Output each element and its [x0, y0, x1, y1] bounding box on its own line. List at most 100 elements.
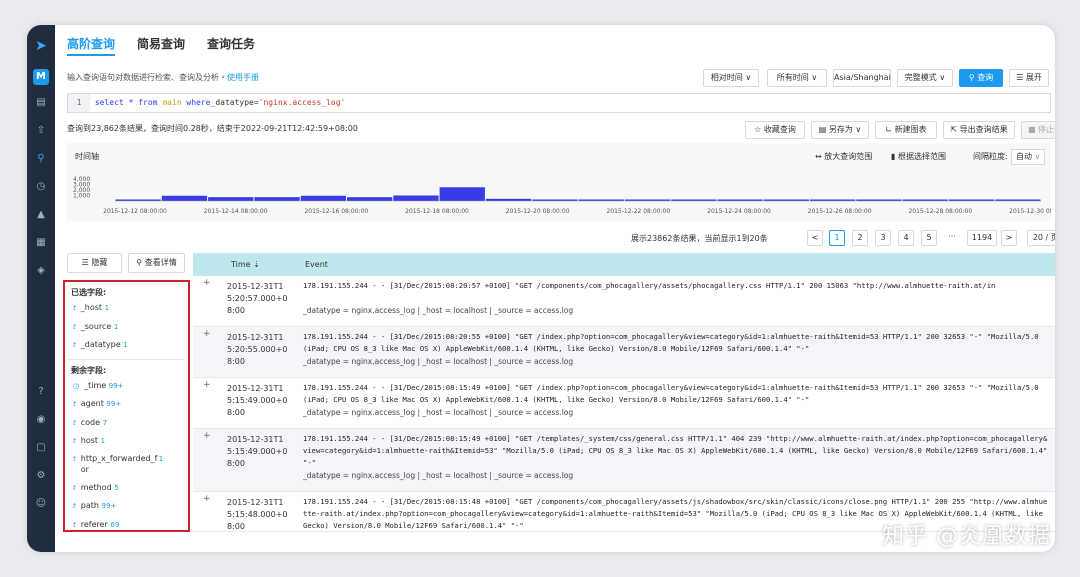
- next-page-button[interactable]: >: [1001, 230, 1017, 246]
- field-item[interactable]: t _source 1: [73, 320, 188, 339]
- bell-icon[interactable]: ▲: [32, 206, 50, 224]
- table-row[interactable]: +2015-12-31T15:20:55.000+08:00 178.191.15…: [193, 327, 1055, 378]
- save-query-button[interactable]: ☆ 收藏查询: [745, 121, 805, 139]
- field-item[interactable]: t host 1: [73, 434, 188, 453]
- timeline-histogram: 时间轴 ↔ 放大查询范围 ▮ 根据选择范围 间隔粒度: 自动 ∨ 4,000 3,…: [67, 143, 1051, 221]
- page-size-select[interactable]: 20 / 页 ∨: [1027, 230, 1055, 246]
- field-type-icon: t: [73, 437, 76, 445]
- expand-row-icon[interactable]: +: [203, 431, 211, 441]
- location-icon[interactable]: ◉: [32, 411, 50, 429]
- expand-button[interactable]: ☰ 展开: [1009, 69, 1049, 87]
- save-as-label: 另存为 ∨: [828, 125, 862, 134]
- menu-icon: ☰: [1016, 73, 1026, 82]
- field-item[interactable]: t _host 1: [73, 301, 188, 320]
- event-meta: _datatype = nginx.access_log | _host = l…: [303, 306, 574, 315]
- expand-row-icon[interactable]: +: [203, 329, 211, 339]
- field-item[interactable]: t http_x_forwarded_f or 1: [73, 453, 188, 481]
- field-item[interactable]: t referer 69: [73, 518, 188, 531]
- granularity-select[interactable]: 自动 ∨: [1011, 149, 1045, 165]
- field-item[interactable]: ◷ _time 99+: [73, 379, 188, 398]
- page-4[interactable]: 4: [898, 230, 914, 246]
- user-icon[interactable]: ☺: [32, 495, 50, 513]
- message-icon[interactable]: ▢: [32, 439, 50, 457]
- field-type-icon: t: [73, 304, 76, 312]
- tab-advanced-query[interactable]: 高阶查询: [67, 35, 115, 52]
- histogram-chart[interactable]: 4,0003,0002,0001,0002015-12-12 08:00:00 2…: [67, 171, 1051, 221]
- field-count: 1: [113, 322, 119, 331]
- tab-query-tasks[interactable]: 查询任务: [207, 35, 255, 52]
- clock-icon[interactable]: ◷: [32, 178, 50, 196]
- histogram-bar[interactable]: [208, 197, 254, 201]
- mode-select[interactable]: 完整模式 ∨: [897, 69, 953, 87]
- histogram-bar[interactable]: [300, 195, 346, 201]
- histogram-bar[interactable]: [393, 195, 439, 202]
- stop-query-button[interactable]: ■ 停止查询: [1021, 121, 1055, 139]
- histogram-bar[interactable]: [161, 195, 208, 201]
- export-button[interactable]: ⇱ 导出查询结果: [943, 121, 1015, 139]
- histogram-bar[interactable]: [485, 198, 532, 201]
- upload-icon[interactable]: ⇧: [32, 122, 50, 140]
- event-meta: _datatype = nginx.access_log | _host = l…: [303, 357, 574, 366]
- app-logo-icon[interactable]: ➤: [32, 37, 50, 55]
- save-as-button[interactable]: ▤ 另存为 ∨: [811, 121, 869, 139]
- x-tick-label: 2015-12-20 08:00:00: [506, 208, 570, 215]
- table-row[interactable]: +2015-12-31T15:15:49.000+08:00 178.191.15…: [193, 378, 1055, 429]
- event-raw: 178.191.155.244 - - [31/Dec/2015:08:20:5…: [303, 332, 1039, 353]
- manual-link[interactable]: 使用手册: [227, 73, 259, 82]
- expand-row-icon[interactable]: +: [203, 380, 211, 390]
- help-icon[interactable]: ?: [32, 383, 50, 401]
- zoom-range-button[interactable]: ↔ 放大查询范围: [815, 151, 872, 162]
- event-meta: _datatype = nginx.access_log | _host = l…: [303, 408, 574, 417]
- query-button[interactable]: ⚲ 查询: [959, 69, 1003, 87]
- all-time-select[interactable]: 所有时间 ∨: [767, 69, 827, 87]
- settings-icon[interactable]: ⚙: [32, 467, 50, 485]
- field-item[interactable]: t _datatype 1: [73, 338, 188, 357]
- histogram-bar[interactable]: [347, 197, 393, 201]
- layers-icon[interactable]: ◈: [32, 262, 50, 280]
- line-number: 1: [68, 94, 90, 112]
- page-ellipsis[interactable]: ···: [944, 230, 960, 246]
- col-time-header[interactable]: Time ⇣: [231, 253, 260, 276]
- stop-label: 停止查询: [1038, 125, 1055, 134]
- selected-fields-title: 已选字段:: [71, 288, 107, 297]
- expand-row-icon[interactable]: +: [203, 494, 211, 504]
- save-query-label: 收藏查询: [763, 125, 796, 134]
- prev-page-button[interactable]: <: [807, 230, 823, 246]
- histogram-bar[interactable]: [254, 197, 300, 201]
- table-row[interactable]: +2015-12-31T15:20:57.000+08:00 178.191.15…: [193, 276, 1055, 327]
- page-5[interactable]: 5: [921, 230, 937, 246]
- dashboard-icon[interactable]: ▤: [32, 94, 50, 112]
- page-3[interactable]: 3: [875, 230, 891, 246]
- divider: [69, 358, 184, 360]
- other-fields-title: 剩余字段:: [71, 365, 107, 375]
- tab-simple-query[interactable]: 简易查询: [137, 35, 185, 52]
- new-chart-button[interactable]: ∟ 新建图表: [875, 121, 937, 139]
- field-item[interactable]: t method 5: [73, 481, 188, 500]
- export-icon: ⇱: [950, 125, 960, 134]
- field-type-icon: t: [73, 341, 76, 349]
- search-icon[interactable]: ⚲: [32, 150, 50, 168]
- x-tick-label: 2015-12-24 08:00:00: [707, 208, 771, 215]
- histogram-bar[interactable]: [439, 187, 485, 201]
- hide-fields-button[interactable]: ☰ 隐藏: [67, 253, 122, 273]
- relative-time-select[interactable]: 相对时间 ∨: [703, 69, 759, 87]
- details-label: 查看详情: [144, 258, 177, 267]
- table-header: Time ⇣ Event: [193, 253, 1055, 276]
- field-item[interactable]: t path 99+: [73, 499, 188, 518]
- field-count: 1: [158, 454, 164, 463]
- workspace-badge[interactable]: M: [33, 69, 49, 85]
- query-editor[interactable]: 1 select * from main where_datatype='ngi…: [67, 93, 1051, 113]
- expand-row-icon[interactable]: +: [203, 278, 211, 288]
- view-details-button[interactable]: ⚲ 查看详情: [128, 253, 185, 273]
- page-2[interactable]: 2: [852, 230, 868, 246]
- database-icon[interactable]: ▦: [32, 234, 50, 252]
- query-field: _datatype=: [210, 98, 259, 107]
- field-name: host: [80, 436, 101, 445]
- page-1[interactable]: 1: [829, 230, 845, 246]
- select-range-button[interactable]: ▮ 根据选择范围: [891, 151, 946, 162]
- field-item[interactable]: t agent 99+: [73, 397, 188, 416]
- timezone-select[interactable]: Asia/Shanghai: [833, 69, 891, 87]
- field-item[interactable]: t code 7: [73, 416, 188, 435]
- page-last[interactable]: 1194: [967, 230, 997, 246]
- table-row[interactable]: +2015-12-31T15:15:49.000+08:00 178.191.15…: [193, 429, 1055, 492]
